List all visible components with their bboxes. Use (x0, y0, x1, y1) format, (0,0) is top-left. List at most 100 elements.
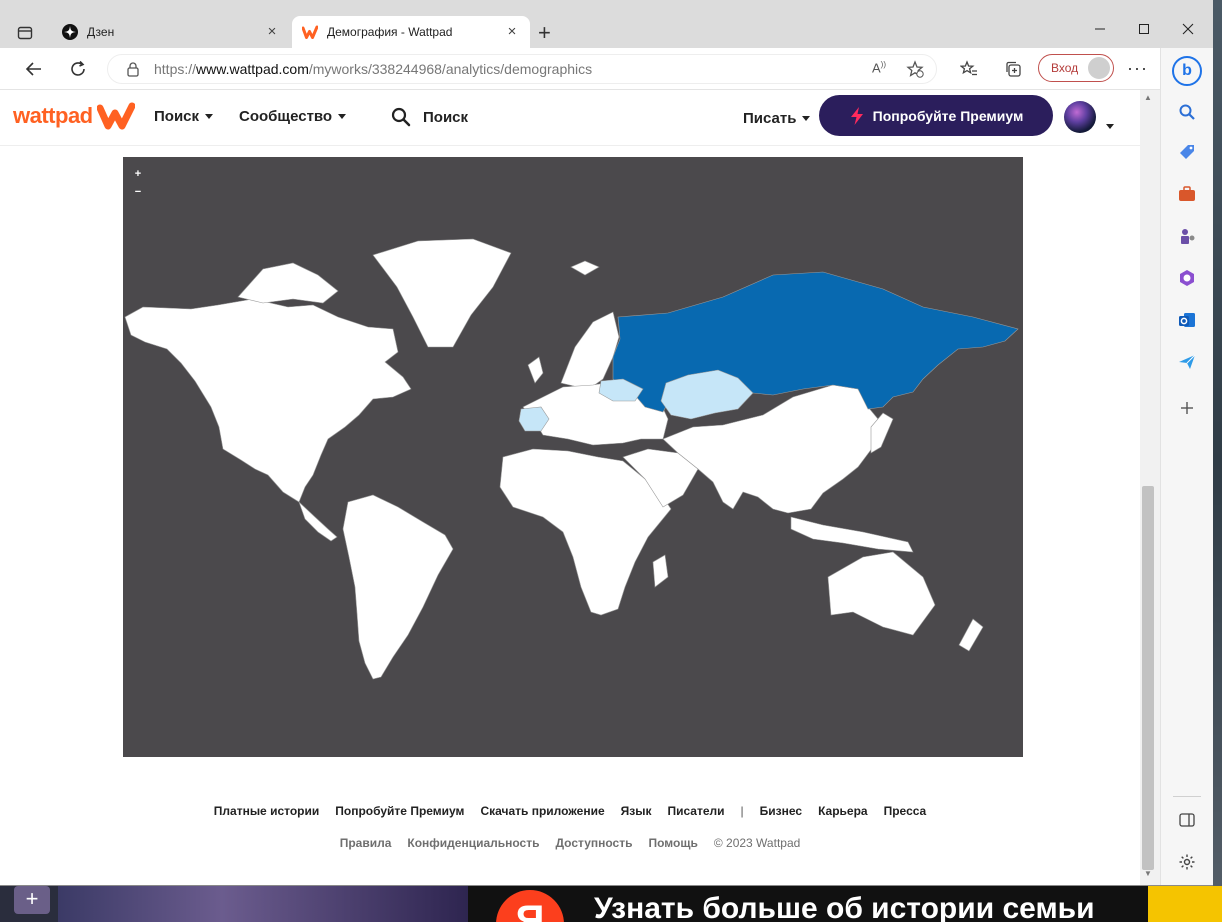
tab-wattpad[interactable]: Демография - Wattpad × (292, 16, 530, 48)
tab-dzen[interactable]: Дзен × (52, 16, 290, 48)
site-header: wattpad Поиск Сообщество Поиск Писать По… (0, 90, 1140, 146)
refresh-icon[interactable] (67, 58, 89, 80)
north-america-landmass (124, 298, 412, 503)
more-icon[interactable]: ··· (1127, 58, 1148, 79)
favorites-icon[interactable] (958, 58, 980, 80)
world-map (124, 238, 1019, 680)
wattpad-icon (302, 24, 318, 40)
add-sidebar-icon[interactable] (1175, 396, 1199, 420)
footer-separator: | (740, 804, 744, 818)
tab-title: Демография - Wattpad (327, 25, 453, 39)
zoom-in-button[interactable]: + (133, 169, 143, 180)
bing-icon[interactable]: b (1172, 56, 1202, 86)
southeast-asia-islands (790, 516, 914, 553)
url-prefix: https:// (154, 61, 197, 77)
sidebar-toggle-icon[interactable] (1175, 808, 1199, 832)
scroll-down-icon[interactable]: ▼ (1144, 869, 1152, 878)
chevron-down-icon[interactable] (1106, 116, 1114, 134)
write-menu[interactable]: Писать (743, 110, 811, 127)
browse-label: Поиск (154, 108, 200, 125)
lightning-icon (850, 106, 863, 125)
settings-gear-icon[interactable] (1175, 850, 1199, 874)
browser-window: Дзен × Демография - Wattpad × + https://… (0, 0, 1213, 886)
close-tab-icon[interactable]: × (264, 24, 280, 40)
copyright: © 2023 Wattpad (713, 836, 801, 850)
footer-link[interactable]: Доступность (555, 836, 632, 850)
url-host: www.wattpad.com (196, 61, 309, 77)
signin-label: Вход (1051, 61, 1079, 75)
new-tab-button[interactable]: + (538, 22, 551, 44)
close-window-icon[interactable] (1168, 14, 1208, 44)
user-avatar[interactable] (1064, 101, 1096, 133)
community-menu[interactable]: Сообщество (239, 108, 347, 125)
search-field[interactable]: Поиск (391, 107, 468, 127)
zoom-out-button[interactable]: − (133, 187, 143, 198)
footer-link[interactable]: Помощь (648, 836, 697, 850)
address-bar-row: https://www.wattpad.com/myworks/33824496… (0, 48, 1160, 90)
wattpad-logo[interactable]: wattpad (13, 102, 135, 130)
logo-text: wattpad (13, 103, 93, 128)
ad-banner[interactable]: Я Узнать больше об истории семьи (468, 886, 1148, 922)
desktop-taskbar: + Я Узнать больше об истории семьи (0, 886, 1222, 922)
maximize-icon[interactable] (1124, 14, 1164, 44)
shopping-icon[interactable] (1175, 140, 1199, 164)
premium-label: Попробуйте Премиум (872, 107, 1024, 124)
page-content: wattpad Поиск Сообщество Поиск Писать По… (0, 90, 1140, 885)
footer-link[interactable]: Платные истории (214, 804, 320, 818)
outlook-icon[interactable] (1175, 308, 1199, 332)
footer-link[interactable]: Писатели (667, 804, 724, 818)
office-icon[interactable] (1175, 266, 1199, 290)
tab-actions-icon[interactable] (15, 22, 35, 44)
iceland (570, 260, 600, 276)
footer-link[interactable]: Бизнес (760, 804, 802, 818)
url-field[interactable]: https://www.wattpad.com/myworks/33824496… (107, 54, 937, 84)
browse-menu[interactable]: Поиск (154, 108, 214, 125)
scandinavia (560, 311, 620, 390)
canadian-arctic-islands (237, 262, 339, 304)
premium-button[interactable]: Попробуйте Премиум (819, 95, 1053, 136)
tab-title: Дзен (87, 25, 115, 39)
tab-bar: Дзен × Демография - Wattpad × + (0, 0, 1213, 48)
page-scrollbar[interactable]: ▲ ▼ (1140, 90, 1160, 885)
signin-button[interactable]: Вход (1038, 54, 1114, 82)
minimize-icon[interactable] (1080, 14, 1120, 44)
scrollbar-thumb[interactable] (1142, 486, 1154, 870)
read-aloud-icon[interactable]: A)) (872, 60, 886, 75)
taskbar-add-icon[interactable]: + (14, 886, 50, 914)
lock-icon (126, 61, 140, 80)
profile-avatar-icon (1088, 57, 1110, 79)
add-favorite-icon[interactable] (906, 60, 924, 81)
footer-link[interactable]: Пресса (884, 804, 927, 818)
demographics-map[interactable]: + − (123, 157, 1023, 757)
banner-text: Узнать больше об истории семьи (594, 892, 1095, 922)
footer-link[interactable]: Скачать приложение (480, 804, 604, 818)
uk (527, 356, 544, 384)
send-icon[interactable] (1175, 350, 1199, 374)
banner-accent (1148, 886, 1222, 922)
australia (827, 551, 936, 636)
chevron-down-icon (802, 116, 811, 121)
tools-icon[interactable] (1175, 182, 1199, 206)
edge-sidebar: b (1160, 48, 1213, 885)
footer-link[interactable]: Конфиденциальность (407, 836, 539, 850)
footer-link[interactable]: Попробуйте Премиум (335, 804, 464, 818)
new-zealand (958, 618, 984, 652)
chevron-down-icon (205, 114, 214, 119)
url-path: /myworks/338244968/analytics/demographic… (308, 61, 593, 77)
close-tab-icon[interactable]: × (504, 24, 520, 40)
collections-icon[interactable] (1002, 58, 1024, 80)
chevron-down-icon (338, 114, 347, 119)
footer-links-primary: Платные истории Попробуйте Премиум Скача… (0, 804, 1140, 818)
footer-link[interactable]: Язык (621, 804, 652, 818)
search-icon (391, 107, 411, 127)
community-label: Сообщество (239, 108, 333, 125)
wattpad-w-icon (96, 102, 135, 130)
games-icon[interactable] (1175, 224, 1199, 248)
central-america (298, 501, 338, 542)
south-america (342, 494, 454, 680)
scroll-up-icon[interactable]: ▲ (1144, 93, 1152, 102)
search-icon[interactable] (1175, 100, 1199, 124)
footer-link[interactable]: Карьера (818, 804, 868, 818)
footer-link[interactable]: Правила (340, 836, 392, 850)
back-icon[interactable] (23, 58, 45, 80)
